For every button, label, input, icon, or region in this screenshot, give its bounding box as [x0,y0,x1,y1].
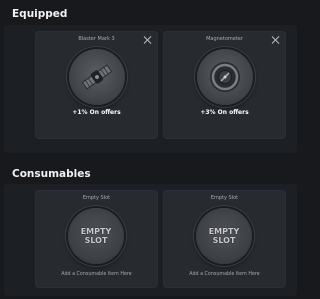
consumable-slot-2[interactable]: Empty Slot EMPTY SLOT Add a Consumable I… [163,190,286,288]
perk-text: +3% On offers [200,109,249,116]
slot-name: Empty Slot [210,195,239,201]
consumables-heading: Consumables [12,168,91,180]
empty-slot-badge[interactable]: EMPTY SLOT [68,208,124,264]
item-name: Magnetometer [206,36,243,42]
perk-text: +1% On offers [72,109,121,116]
empty-slot-badge[interactable]: EMPTY SLOT [196,208,252,264]
consumable-slot-1[interactable]: Empty Slot EMPTY SLOT Add a Consumable I… [35,190,158,288]
magnetometer-icon [210,62,240,92]
item-badge [197,49,253,105]
slot-hint: Add a Consumable Item Here [61,272,132,277]
close-icon[interactable] [142,35,152,45]
satellite-icon [81,64,113,90]
equipped-slot-1[interactable]: Blaster Mark 3 +1% On offers [35,31,158,139]
item-name: Blaster Mark 3 [78,36,115,42]
equipped-heading: Equipped [12,8,68,20]
empty-slot-label: EMPTY SLOT [208,227,240,245]
slot-hint: Add a Consumable Item Here [189,272,260,277]
item-badge [69,49,125,105]
equipped-slot-2[interactable]: Magnetometer +3% On offers [163,31,286,139]
slot-name: Empty Slot [82,195,111,201]
close-icon[interactable] [270,35,280,45]
empty-slot-label: EMPTY SLOT [80,227,112,245]
